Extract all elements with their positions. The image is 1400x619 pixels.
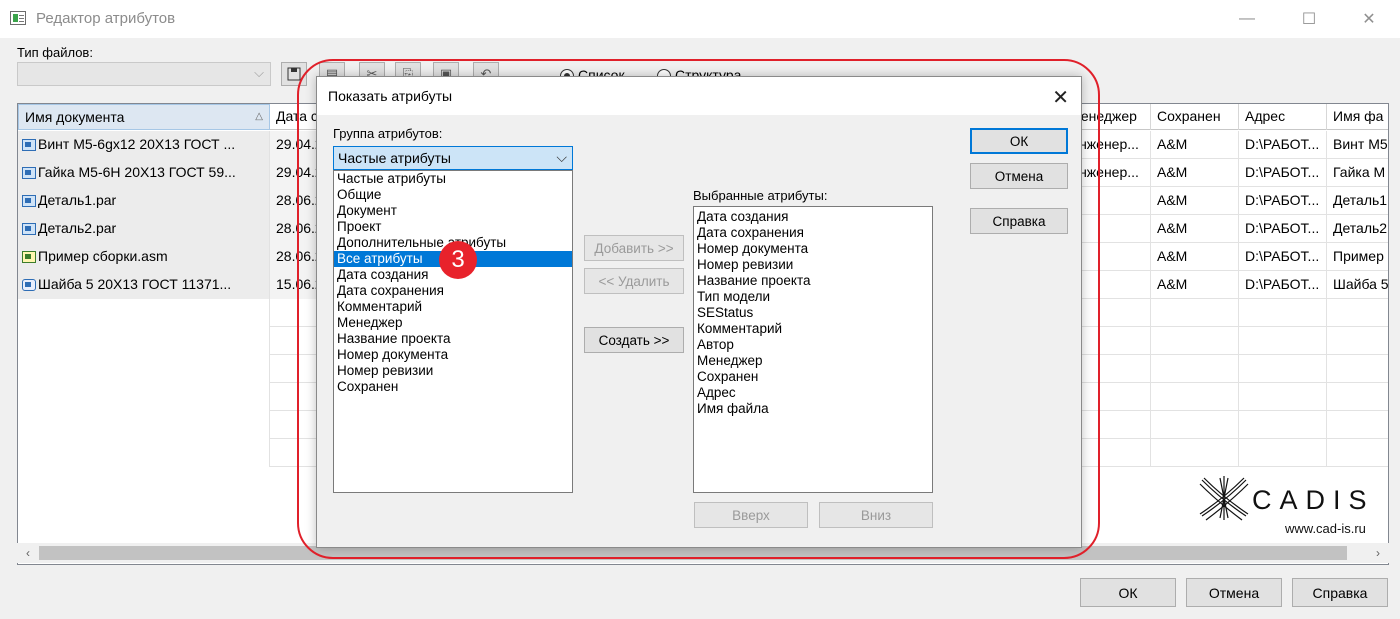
help-button[interactable]: Справка xyxy=(1292,578,1388,607)
list-item[interactable]: Проект xyxy=(334,219,572,235)
cell-name: Гайка М5-6Н 20Х13 ГОСТ 59... xyxy=(38,164,236,180)
selected-attributes-label: Выбранные атрибуты: xyxy=(693,188,828,203)
part-file-icon xyxy=(22,223,36,235)
column-header-address[interactable]: Адрес xyxy=(1239,104,1327,130)
cancel-button[interactable]: Отмена xyxy=(1186,578,1282,607)
cell-name: Винт М5-6gx12 20Х13 ГОСТ ... xyxy=(38,136,236,152)
app-icon xyxy=(10,11,26,25)
selected-attributes-list[interactable]: Дата создания Дата сохранения Номер доку… xyxy=(693,206,933,493)
create-button[interactable]: Создать >> xyxy=(584,327,684,353)
scrollbar-thumb[interactable] xyxy=(39,546,1347,560)
column-header-name[interactable]: Имя документа △ xyxy=(18,104,270,130)
part-file-icon xyxy=(22,195,36,207)
list-item[interactable]: Адрес xyxy=(694,385,932,401)
scroll-right-icon[interactable]: › xyxy=(1368,543,1388,563)
cell-address: D:\РАБОТ... xyxy=(1239,187,1327,215)
cell-saved: A&M xyxy=(1151,243,1239,271)
cell-address: D:\РАБОТ... xyxy=(1239,159,1327,187)
column-header-saved[interactable]: Сохранен xyxy=(1151,104,1239,130)
cell-filename: Шайба 5 xyxy=(1327,271,1388,299)
cell-filename: Деталь1 xyxy=(1327,187,1388,215)
cell-address: D:\РАБОТ... xyxy=(1239,271,1327,299)
cadis-logo-icon xyxy=(1199,476,1249,521)
list-item[interactable]: SEStatus xyxy=(694,305,932,321)
chevron-down-icon: ⌵ xyxy=(556,149,567,165)
list-item[interactable]: Дата сохранения xyxy=(694,225,932,241)
attribute-group-value: Частые атрибуты xyxy=(338,150,451,166)
sort-up-icon: △ xyxy=(255,111,263,122)
part-file-icon xyxy=(22,167,36,179)
dialog-help-button[interactable]: Справка xyxy=(970,208,1068,234)
file-type-label: Тип файлов: xyxy=(17,45,93,60)
window-titlebar: Редактор атрибутов — ☐ ✕ xyxy=(0,0,1400,38)
chevron-down-icon: ⌵ xyxy=(254,65,264,80)
list-item[interactable]: Документ xyxy=(334,203,572,219)
list-item[interactable]: Номер документа xyxy=(694,241,932,257)
list-item[interactable]: Название проекта xyxy=(694,273,932,289)
dialog-title: Показать атрибуты xyxy=(328,88,453,104)
logo-text: CADIS xyxy=(1252,485,1375,515)
cell-name: Пример сборки.asm xyxy=(38,248,168,264)
ok-button[interactable]: ОК xyxy=(1080,578,1176,607)
close-icon[interactable]: ✕ xyxy=(1052,85,1069,110)
list-item[interactable]: Сохранен xyxy=(334,379,572,395)
list-item[interactable]: Частые атрибуты xyxy=(334,171,572,187)
group-label: Группа атрибутов: xyxy=(333,126,443,141)
cell-address: D:\РАБОТ... xyxy=(1239,243,1327,271)
show-attributes-dialog: Показать атрибуты ✕ Группа атрибутов: Ча… xyxy=(316,76,1082,548)
cell-saved: A&M xyxy=(1151,271,1239,299)
list-item[interactable]: Комментарий xyxy=(334,299,572,315)
cell-saved: A&M xyxy=(1151,215,1239,243)
list-item[interactable]: Общие xyxy=(334,187,572,203)
cell-filename: Деталь2 xyxy=(1327,215,1388,243)
step-number-badge: 3 xyxy=(439,241,477,279)
dialog-cancel-button[interactable]: Отмена xyxy=(970,163,1068,189)
list-item[interactable]: Сохранен xyxy=(694,369,932,385)
maximize-icon[interactable]: ☐ xyxy=(1286,3,1332,35)
list-item[interactable]: Тип модели xyxy=(694,289,932,305)
column-header-filename[interactable]: Имя фа xyxy=(1327,104,1388,130)
attribute-group-dropdown[interactable]: Частые атрибуты ⌵ xyxy=(333,146,573,170)
cell-saved: A&M xyxy=(1151,187,1239,215)
move-up-button[interactable]: Вверх xyxy=(694,502,808,528)
cell-name: Шайба 5 20Х13 ГОСТ 11371... xyxy=(38,276,232,292)
cell-filename: Гайка М xyxy=(1327,159,1388,187)
cell-name: Деталь2.par xyxy=(38,220,117,236)
list-item[interactable]: Номер ревизии xyxy=(334,363,572,379)
list-item[interactable]: Название проекта xyxy=(334,331,572,347)
cell-saved: A&M xyxy=(1151,131,1239,159)
file-type-dropdown[interactable]: ⌵ xyxy=(17,62,271,86)
part-file-icon xyxy=(22,139,36,151)
cell-address: D:\РАБОТ... xyxy=(1239,131,1327,159)
attribute-group-list[interactable]: Частые атрибуты Общие Документ Проект До… xyxy=(333,170,573,493)
save-icon-button[interactable] xyxy=(281,62,307,86)
close-icon[interactable]: ✕ xyxy=(1346,3,1392,35)
list-item[interactable]: Менеджер xyxy=(694,353,932,369)
list-item[interactable]: Номер ревизии xyxy=(694,257,932,273)
cell-name: Деталь1.par xyxy=(38,192,117,208)
remove-button[interactable]: << Удалить xyxy=(584,268,684,294)
cell-filename: Винт М5 xyxy=(1327,131,1388,159)
list-item[interactable]: Менеджер xyxy=(334,315,572,331)
logo-url: www.cad-is.ru xyxy=(1285,521,1366,536)
list-item[interactable]: Дата создания xyxy=(694,209,932,225)
list-item[interactable]: Автор xyxy=(694,337,932,353)
dialog-ok-button[interactable]: ОК xyxy=(970,128,1068,154)
dialog-titlebar: Показать атрибуты ✕ xyxy=(317,77,1081,115)
cell-address: D:\РАБОТ... xyxy=(1239,215,1327,243)
assembly-file-icon xyxy=(22,251,36,263)
list-item[interactable]: Номер документа xyxy=(334,347,572,363)
minimize-icon[interactable]: — xyxy=(1224,3,1270,35)
save-icon xyxy=(287,67,301,81)
window-title: Редактор атрибутов xyxy=(36,10,176,27)
list-item[interactable]: Комментарий xyxy=(694,321,932,337)
cell-filename: Пример xyxy=(1327,243,1388,271)
list-item[interactable]: Дата сохранения xyxy=(334,283,572,299)
add-button[interactable]: Добавить >> xyxy=(584,235,684,261)
list-item[interactable]: Имя файла xyxy=(694,401,932,417)
cell-saved: A&M xyxy=(1151,159,1239,187)
move-down-button[interactable]: Вниз xyxy=(819,502,933,528)
sheetmetal-file-icon xyxy=(22,279,36,291)
scroll-left-icon[interactable]: ‹ xyxy=(18,543,38,563)
